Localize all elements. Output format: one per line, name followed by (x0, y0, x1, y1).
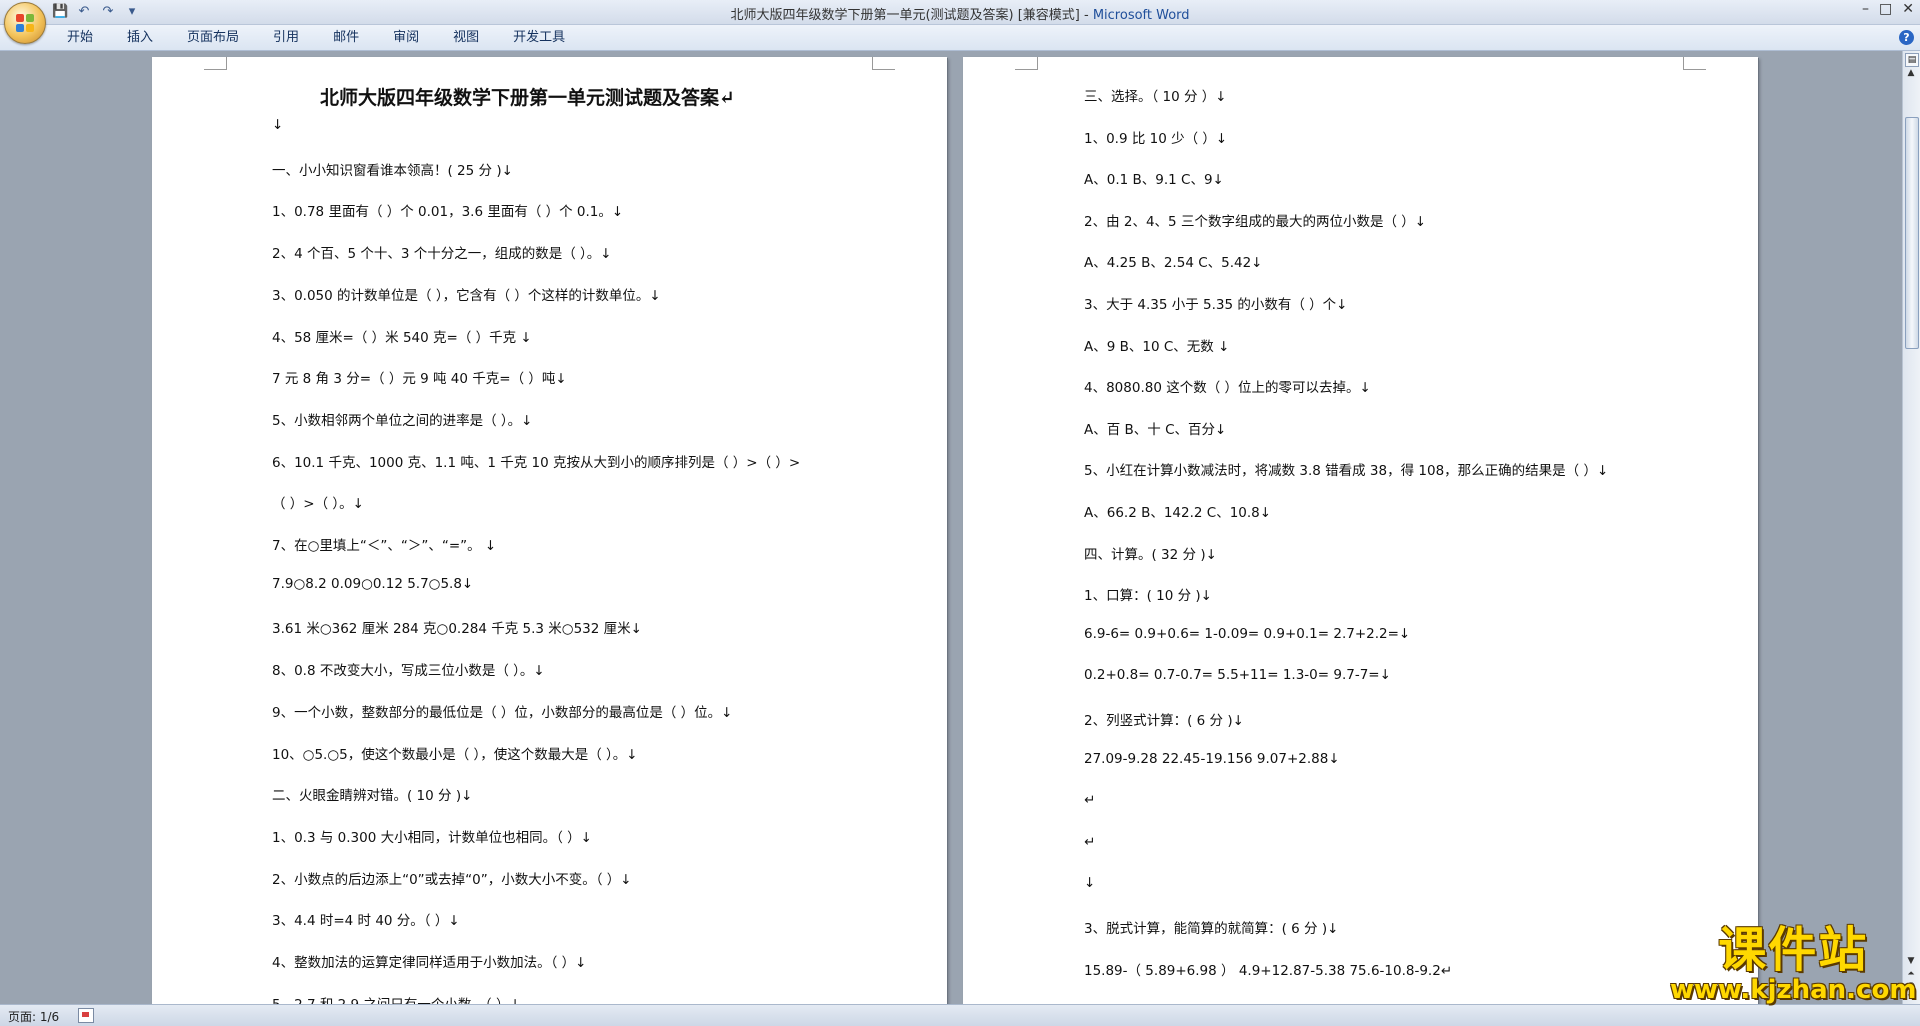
document-line: 9、一个小数，整数部分的最低位是（ ）位，小数部分的最高位是（ ）位。↓ (272, 704, 733, 721)
document-line: 3、脱式计算，能简算的就简算：( 6 分 )↓ (1084, 921, 1339, 937)
document-line: 二、火眼金睛辨对错。( 10 分 )↓ (272, 788, 473, 805)
ribbon-tab-7[interactable]: 开发工具 (496, 29, 582, 47)
document-line: A、0.1 B、9.1 C、9↓ (1084, 172, 1224, 189)
document-line: 4、8080.80 这个数（ ）位上的零可以去掉。↓ (1084, 380, 1371, 397)
document-line: A、66.2 B、142.2 C、10.8↓ (1084, 505, 1272, 521)
document-line: 2、小数点的后边添上“0”或去掉“0”，小数大小不变。（ ）↓ (272, 871, 632, 888)
document-line: 三、选择。（ 10 分 ）↓ (1084, 89, 1227, 105)
document-line: 5、2.7 和 2.9 之间只有一个小数。（ ）↓ (272, 993, 521, 1004)
close-icon[interactable]: ✕ (1902, 1, 1914, 17)
document-line: 8、0.8 不改变大小，写成三位小数是（ ）。↓ (272, 663, 545, 680)
document-page-1[interactable]: 北师大版四年级数学下册第一单元测试题及答案↵ ↓ 一、小小知识窗看谁本领高！( 2… (152, 57, 947, 1004)
document-line: 2、4 个百、5 个十、3 个十分之一，组成的数是（ ）。↓ (272, 246, 612, 263)
ribbon-tab-4[interactable]: 邮件 (316, 29, 376, 47)
proofing-icon[interactable] (78, 1008, 94, 1023)
document-line: 5、小数相邻两个单位之间的进率是（ ）。↓ (272, 412, 533, 429)
scroll-up-icon[interactable]: ▲ (1905, 68, 1917, 80)
ribbon-tabs-bar: 开始 插入 页面布局 引用 邮件 审阅 视图 开发工具 ? (0, 25, 1920, 51)
document-line: 7、在○里填上“＜”、“＞”、“=”。 ↓ (272, 538, 497, 554)
document-line: 3、0.050 的计数单位是（ ），它含有（ ）个这样的计数单位。↓ (272, 287, 661, 304)
document-line: 1、0.9 比 10 少（ ）↓ (1084, 130, 1228, 147)
document-line: 6、10.1 千克、1000 克、1.1 吨、1 千克 10 克按从大到小的顺序… (272, 454, 801, 471)
vertical-scrollbar[interactable]: ▤ ▲ ▼ ⏶ ○ ⏷ (1902, 51, 1920, 1004)
document-line: 一、小小知识窗看谁本领高！( 25 分 )↓ (272, 162, 513, 179)
crop-mark (872, 57, 895, 70)
crop-mark (204, 57, 227, 70)
office-button[interactable] (4, 2, 46, 44)
crop-mark (1683, 57, 1706, 70)
document-line: A、百 B、十 C、百分↓ (1084, 421, 1227, 438)
document-line: 1、口算：( 10 分 )↓ (1084, 588, 1212, 605)
document-line: 2、列竖式计算：( 6 分 )↓ (1084, 713, 1244, 729)
document-line: 0.2+0.8= 0.7-0.7= 5.5+11= 1.3-0= 9.7-7=↓ (1084, 667, 1391, 684)
document-line: 3.61 米○362 厘米 284 克○0.284 千克 5.3 米○532 厘… (272, 621, 642, 638)
document-line: 1、0.3 与 0.300 大小相同，计数单位也相同。（ ）↓ (272, 829, 592, 846)
document-line: 15.89-（ 5.89+6.98 ） 4.9+12.87-5.38 75.6-… (1084, 962, 1453, 979)
ruler-toggle-icon[interactable]: ▤ (1905, 53, 1919, 67)
scrollbar-thumb[interactable] (1905, 117, 1919, 349)
document-line: （ ）>（ ）。↓ (272, 496, 364, 513)
document-line: 7 元 8 角 3 分=（ ）元 9 吨 40 千克=（ ）吨↓ (272, 371, 567, 388)
document-line: ↓ (272, 117, 284, 133)
document-line: 2、由 2、4、5 三个数字组成的最大的两位小数是（ ）↓ (1084, 213, 1427, 230)
document-line: 27.09-9.28 22.45-19.156 9.07+2.88↓ (1084, 750, 1340, 767)
window-title: 北师大版四年级数学下册第一单元(测试题及答案) [兼容模式] - Microso… (730, 8, 1190, 23)
ribbon-tab-6[interactable]: 视图 (436, 29, 496, 47)
office-logo-icon (16, 14, 34, 32)
document-title: 北师大版四年级数学下册第一单元测试题及答案↵ (320, 87, 735, 109)
document-page-2[interactable]: 三、选择。（ 10 分 ）↓ 1、0.9 比 10 少（ ）↓ A、0.1 B、9.… (963, 57, 1758, 1004)
ribbon-tab-2[interactable]: 页面布局 (170, 29, 256, 47)
document-line: ↓ (1084, 875, 1096, 892)
minimize-icon[interactable]: – (1862, 1, 1869, 17)
document-line: 5、小红在计算小数减法时，将减数 3.8 错看成 38，得 108，那么正确的结… (1084, 463, 1609, 480)
maximize-icon[interactable]: □ (1879, 1, 1892, 17)
document-line: A、4.25 B、2.54 C、5.42↓ (1084, 255, 1263, 272)
document-line: 10、○5.○5，使这个数最小是（ ），使这个数最大是（ ）。↓ (272, 746, 638, 763)
document-line: ↵ (1084, 833, 1096, 850)
crop-mark (1015, 57, 1038, 70)
document-line: 4、整数加法的运算定律同样适用于小数加法。（ ）↓ (272, 955, 587, 971)
ribbon-tab-3[interactable]: 引用 (256, 29, 316, 47)
ribbon-tab-5[interactable]: 审阅 (376, 29, 436, 47)
help-icon[interactable]: ? (1899, 30, 1914, 45)
ribbon-tab-1[interactable]: 插入 (110, 29, 170, 47)
watermark-main: 课件站 (1718, 922, 1869, 978)
document-line: 7.9○8.2 0.09○0.12 5.7○5.8↓ (272, 575, 474, 592)
document-line: A、9 B、10 C、无数 ↓ (1084, 338, 1230, 355)
status-bar: 页面: 1/6 (0, 1004, 1920, 1026)
watermark-logo: 课件站 www.kjzhan.com (1670, 924, 1916, 1004)
document-line: 四、计算。( 32 分 )↓ (1084, 546, 1217, 563)
document-line: 1、0.78 里面有（ ）个 0.01，3.6 里面有（ ）个 0.1。↓ (272, 204, 624, 221)
document-line: 3、大于 4.35 小于 5.35 的小数有（ ）个↓ (1084, 297, 1348, 313)
title-bar: 💾 ↶ ↷ ▾ 北师大版四年级数学下册第一单元(测试题及答案) [兼容模式] - Mi… (0, 0, 1920, 44)
document-line: 4、58 厘米=（ ）米 540 克=（ ）千克 ↓ (272, 329, 532, 346)
ribbon-tab-0[interactable]: 开始 (50, 29, 110, 47)
window-controls: – □ ✕ (1862, 1, 1914, 17)
document-line: ↵ (1084, 792, 1096, 809)
page-count[interactable]: 页面: 1/6 (8, 1008, 59, 1025)
document-line: 3、4.4 时=4 时 40 分。（ ）↓ (272, 913, 460, 930)
document-area: 北师大版四年级数学下册第一单元测试题及答案↵ ↓ 一、小小知识窗看谁本领高！( 2… (0, 51, 1903, 1004)
document-line: 6.9-6= 0.9+0.6= 1-0.09= 0.9+0.1= 2.7+2.2… (1084, 625, 1411, 642)
watermark-url: www.kjzhan.com (1670, 975, 1917, 1005)
ribbon-tabs: 开始 插入 页面布局 引用 邮件 审阅 视图 开发工具 (50, 29, 582, 47)
